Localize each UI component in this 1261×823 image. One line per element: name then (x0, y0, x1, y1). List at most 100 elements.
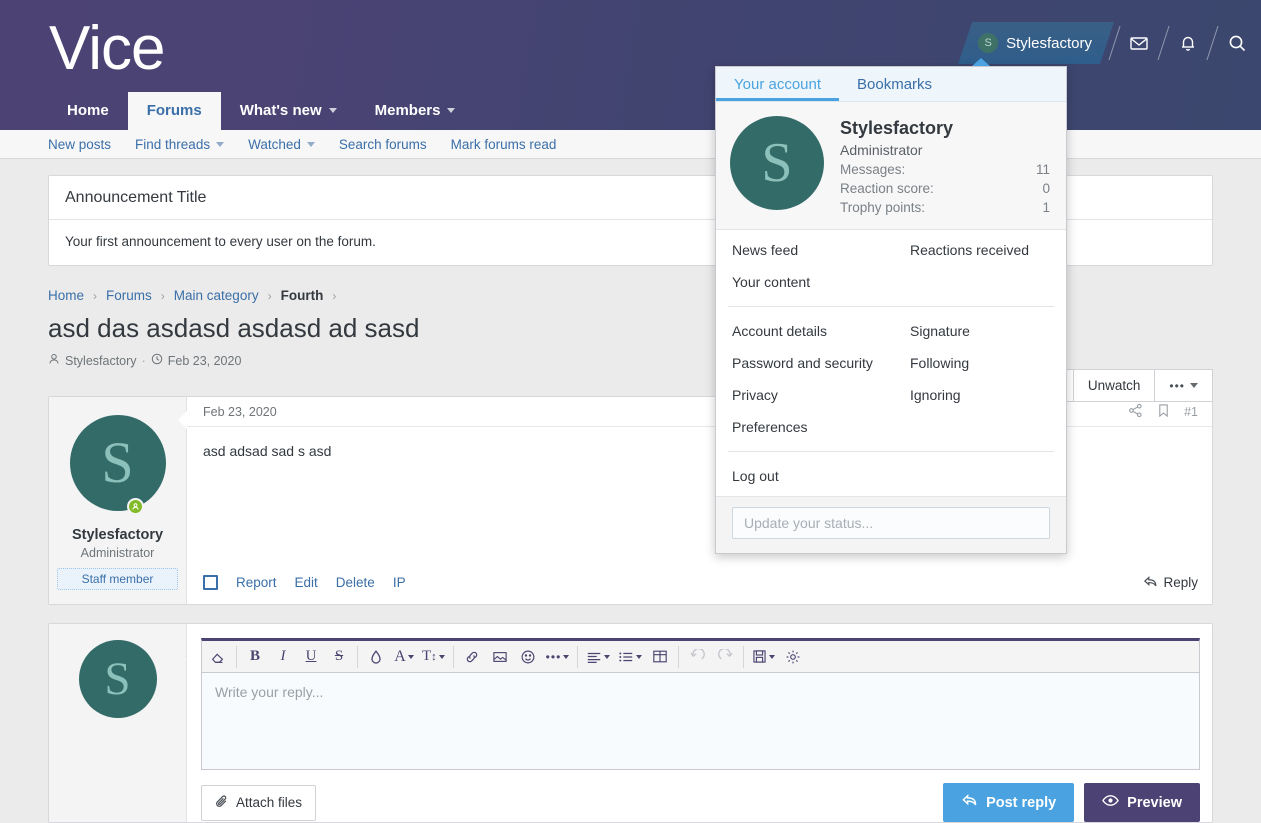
avatar[interactable]: S (730, 116, 824, 210)
settings-gear-icon[interactable] (779, 641, 807, 672)
breadcrumb-item-forums[interactable]: Forums (106, 288, 152, 303)
subnav-item-watched[interactable]: Watched (236, 137, 327, 152)
menu-row: Log out (716, 460, 1066, 492)
post-author-role: Administrator (57, 546, 178, 560)
bookmark-icon[interactable] (1157, 403, 1170, 421)
inbox-icon[interactable] (1115, 22, 1163, 64)
menu-row: Your content (716, 266, 1066, 298)
bold-icon[interactable]: B (241, 641, 269, 672)
drafts-icon[interactable] (748, 641, 779, 672)
post-number[interactable]: #1 (1184, 405, 1198, 419)
main-nav: Home Forums What's new Members (48, 92, 474, 130)
menu-item-following[interactable]: Following (910, 347, 969, 379)
editor-submit-group: Post reply Preview (943, 783, 1200, 822)
menu-item-preferences[interactable]: Preferences (732, 411, 910, 443)
breadcrumb-item-home[interactable]: Home (48, 288, 84, 303)
list-icon[interactable] (614, 641, 646, 672)
subnav-item-new-posts[interactable]: New posts (48, 137, 123, 152)
menu-item-password-and-security[interactable]: Password and security (732, 347, 910, 379)
unwatch-button[interactable]: Unwatch (1073, 369, 1156, 402)
post-author-name[interactable]: Stylesfactory (57, 527, 178, 543)
menu-item-news-feed[interactable]: News feed (732, 234, 910, 266)
nav-tab-whats-new[interactable]: What's new (221, 92, 356, 130)
chevron-down-icon (636, 655, 642, 659)
menu-item-signature[interactable]: Signature (910, 315, 970, 347)
meta-separator: · (142, 354, 146, 368)
ellipsis-icon: ••• (1169, 379, 1185, 393)
menu-item-account-details[interactable]: Account details (732, 315, 910, 347)
thread-more-button[interactable]: ••• (1154, 369, 1213, 402)
tab-bookmarks[interactable]: Bookmarks (839, 67, 950, 101)
undo-icon[interactable] (683, 641, 711, 672)
editor-arrow-icon (186, 650, 195, 668)
breadcrumb-item-main-category[interactable]: Main category (174, 288, 259, 303)
breadcrumb-item-fourth[interactable]: Fourth (281, 288, 324, 303)
remove-formatting-icon[interactable] (204, 641, 232, 672)
thread-author[interactable]: Stylesfactory (65, 354, 137, 368)
image-icon[interactable] (486, 641, 514, 672)
underline-icon[interactable]: U (297, 641, 325, 672)
divider (728, 306, 1054, 307)
alerts-bell-icon[interactable] (1164, 22, 1212, 64)
table-icon[interactable] (646, 641, 674, 672)
italic-icon[interactable]: I (269, 641, 297, 672)
header-user-area: S Stylesfactory (958, 22, 1261, 64)
nav-tab-forums[interactable]: Forums (128, 92, 221, 130)
post-select-checkbox[interactable] (203, 575, 218, 590)
chevron-down-icon (329, 108, 337, 113)
tab-your-account[interactable]: Your account (716, 67, 839, 101)
post-date[interactable]: Feb 23, 2020 (203, 405, 277, 419)
breadcrumb-separator: › (332, 289, 336, 303)
post-header-actions: #1 (1128, 403, 1198, 421)
tab-label: Bookmarks (857, 76, 932, 93)
reply-editor: S B I U S (48, 623, 1213, 823)
chevron-down-icon (563, 655, 569, 659)
link-icon[interactable] (458, 641, 486, 672)
redo-icon[interactable] (711, 641, 739, 672)
status-update-area (716, 496, 1066, 553)
nav-tab-label: Forums (147, 102, 202, 119)
post-link-delete[interactable]: Delete (336, 575, 375, 590)
reply-textarea[interactable]: Write your reply... (201, 673, 1200, 770)
avatar[interactable]: S (70, 415, 166, 511)
post-reply-button[interactable]: Post reply (943, 783, 1074, 822)
nav-tab-home[interactable]: Home (48, 92, 128, 130)
subnav-item-find-threads[interactable]: Find threads (123, 137, 236, 152)
text-color-icon[interactable] (362, 641, 390, 672)
status-input[interactable] (732, 507, 1050, 539)
subnav-item-mark-forums-read[interactable]: Mark forums read (439, 137, 569, 152)
post-link-edit[interactable]: Edit (295, 575, 318, 590)
menu-item-your-content[interactable]: Your content (732, 266, 910, 298)
strikethrough-icon[interactable]: S (325, 641, 353, 672)
subnav-item-search-forums[interactable]: Search forums (327, 137, 439, 152)
menu-row: Privacy Ignoring (716, 379, 1066, 411)
smilie-icon[interactable] (514, 641, 542, 672)
search-icon[interactable] (1213, 22, 1261, 64)
text-align-icon[interactable] (582, 641, 614, 672)
account-summary: S Stylesfactory Administrator Messages: … (716, 102, 1066, 230)
post-link-ip[interactable]: IP (393, 575, 406, 590)
font-family-icon[interactable]: A (390, 641, 418, 672)
preview-button[interactable]: Preview (1084, 783, 1200, 822)
menu-item-privacy[interactable]: Privacy (732, 379, 910, 411)
share-icon[interactable] (1128, 403, 1143, 421)
account-dropdown-menu: Your account Bookmarks S Stylesfactory A… (715, 66, 1067, 554)
site-header: Vice Home Forums What's new Members S St… (0, 0, 1261, 130)
post-link-report[interactable]: Report (236, 575, 277, 590)
menu-item-reactions-received[interactable]: Reactions received (910, 234, 1029, 266)
chevron-down-icon (439, 655, 445, 659)
account-links-group-1: News feed Reactions received Your conten… (716, 230, 1066, 302)
breadcrumb-separator: › (93, 289, 97, 303)
account-username: Stylesfactory (840, 118, 1050, 139)
post-reply-button[interactable]: Reply (1143, 575, 1198, 590)
attach-files-button[interactable]: Attach files (201, 785, 316, 821)
divider (678, 646, 679, 668)
menu-item-ignoring[interactable]: Ignoring (910, 379, 961, 411)
stat-trophy-points: Trophy points: 1 (840, 200, 1050, 215)
more-options-icon[interactable]: ••• (542, 641, 574, 672)
menu-item-log-out[interactable]: Log out (732, 460, 910, 492)
avatar[interactable]: S (79, 640, 157, 718)
site-logo[interactable]: Vice (49, 18, 165, 80)
font-size-icon[interactable]: T ↕ (418, 641, 449, 672)
nav-tab-members[interactable]: Members (356, 92, 475, 130)
